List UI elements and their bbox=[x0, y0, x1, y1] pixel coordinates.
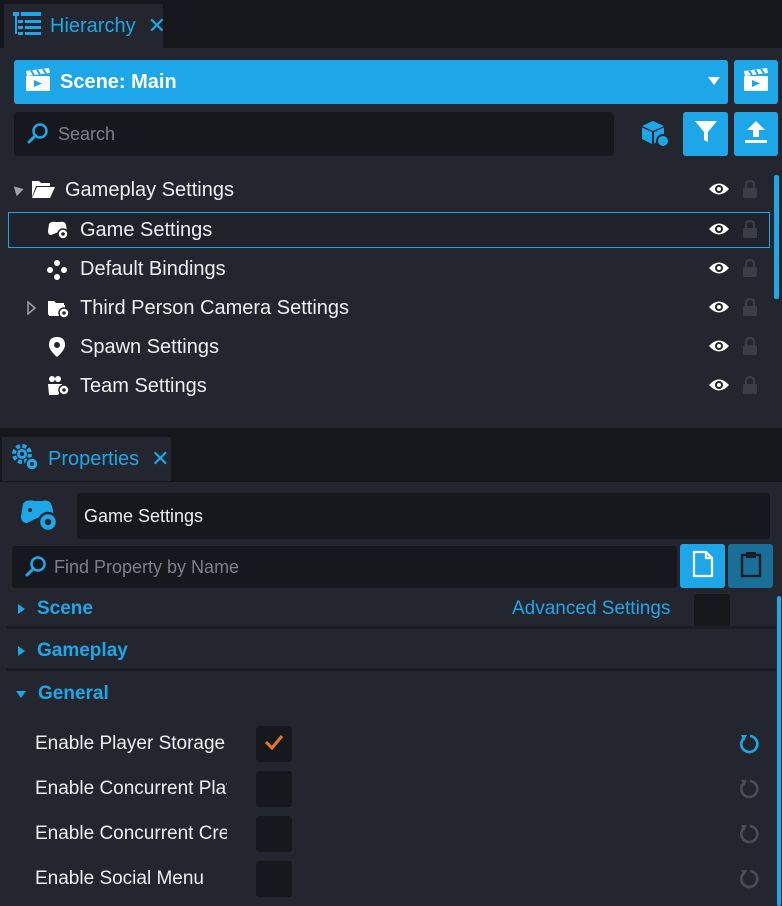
object-name-value: Game Settings bbox=[84, 505, 204, 526]
reset-icon[interactable] bbox=[739, 823, 761, 850]
search-icon bbox=[26, 122, 50, 146]
tree-item-label: Third Person Camera Settings bbox=[80, 296, 350, 319]
property-row-enable-player-storage: Enable Player Storage bbox=[35, 724, 765, 764]
upload-icon bbox=[743, 119, 769, 150]
eye-icon[interactable] bbox=[708, 221, 730, 242]
object-name-field[interactable]: Game Settings bbox=[77, 493, 770, 539]
search-icon bbox=[24, 555, 48, 579]
advanced-settings-label: Advanced Settings bbox=[512, 597, 671, 619]
hierarchy-list-icon bbox=[12, 10, 42, 43]
eye-icon[interactable] bbox=[708, 181, 730, 202]
search-placeholder: Search bbox=[58, 123, 116, 144]
lock-icon[interactable] bbox=[742, 219, 758, 244]
bindings-icon bbox=[46, 259, 68, 286]
find-property-input[interactable]: Find Property by Name bbox=[12, 546, 677, 588]
property-row-enable-social-menu: Enable Social Menu bbox=[35, 859, 765, 899]
paste-button[interactable] bbox=[728, 544, 773, 588]
reset-icon[interactable] bbox=[739, 778, 761, 805]
lock-icon[interactable] bbox=[742, 375, 758, 400]
advanced-settings-checkbox[interactable] bbox=[694, 594, 730, 626]
chevron-down-icon bbox=[708, 77, 720, 85]
scene-dropdown-label: Scene: Main bbox=[60, 70, 177, 93]
close-icon[interactable]: ✕ bbox=[151, 448, 169, 470]
property-label: Enable Concurrent Creator Storage bbox=[35, 823, 227, 844]
section-general[interactable]: General bbox=[6, 675, 776, 713]
hierarchy-scrollbar[interactable] bbox=[774, 175, 779, 299]
expand-triangle-icon[interactable] bbox=[27, 300, 37, 320]
tree-item-gameplay-settings[interactable]: Gameplay Settings bbox=[8, 172, 770, 208]
property-label: Enable Player Storage bbox=[35, 733, 226, 754]
reset-icon[interactable] bbox=[739, 868, 761, 895]
filter-icon bbox=[694, 119, 718, 150]
gear-icon bbox=[10, 442, 40, 477]
camera-settings-icon bbox=[46, 297, 70, 324]
tree-item-label: Default Bindings bbox=[80, 257, 226, 280]
upload-button[interactable] bbox=[734, 112, 778, 156]
chevron-down-icon bbox=[16, 690, 26, 698]
property-row-enable-concurrent-player: Enable Concurrent Player Storage bbox=[35, 769, 765, 809]
eye-icon[interactable] bbox=[708, 377, 730, 398]
hierarchy-search-input[interactable]: Search bbox=[14, 112, 614, 156]
folder-open-icon bbox=[30, 178, 56, 205]
hierarchy-tabbar: Hierarchy ✕ bbox=[0, 0, 782, 48]
chevron-right-icon bbox=[18, 603, 25, 614]
property-checkbox[interactable] bbox=[256, 726, 292, 762]
tree-item-team-settings[interactable]: Team Settings bbox=[8, 368, 770, 404]
eye-icon[interactable] bbox=[708, 299, 730, 320]
close-icon[interactable]: ✕ bbox=[148, 15, 166, 37]
gamepad-gear-icon bbox=[46, 219, 70, 246]
eye-icon[interactable] bbox=[708, 260, 730, 281]
lock-icon[interactable] bbox=[742, 258, 758, 283]
section-gameplay[interactable]: Gameplay bbox=[6, 633, 776, 671]
create-object-icon[interactable] bbox=[640, 118, 672, 150]
editor-window: Hierarchy ✕ Scene: Main Search Gameplay … bbox=[0, 0, 782, 906]
property-row-enable-concurrent-creator: Enable Concurrent Creator Storage bbox=[35, 814, 765, 854]
tab-properties-label: Properties bbox=[48, 447, 140, 470]
tree-item-game-settings[interactable]: Game Settings bbox=[8, 212, 770, 248]
reset-icon[interactable] bbox=[739, 733, 761, 760]
tab-hierarchy-label: Hierarchy bbox=[50, 14, 136, 37]
properties-tabbar: Properties ✕ bbox=[0, 428, 782, 482]
tab-properties[interactable]: Properties ✕ bbox=[2, 437, 171, 481]
properties-scrollbar[interactable] bbox=[777, 596, 781, 906]
clipboard-icon bbox=[740, 550, 762, 583]
property-checkbox[interactable] bbox=[256, 816, 292, 852]
expand-triangle-icon[interactable] bbox=[10, 182, 24, 197]
tree-item-third-person-camera-settings[interactable]: Third Person Camera Settings bbox=[8, 290, 770, 326]
lock-icon[interactable] bbox=[742, 179, 758, 204]
copy-button[interactable] bbox=[680, 544, 725, 588]
clapperboard-icon bbox=[24, 67, 52, 98]
property-checkbox[interactable] bbox=[256, 771, 292, 807]
find-property-placeholder: Find Property by Name bbox=[54, 556, 240, 577]
property-checkbox[interactable] bbox=[256, 861, 292, 897]
tree-item-label: Game Settings bbox=[80, 218, 213, 241]
scene-settings-button[interactable] bbox=[734, 60, 778, 104]
checkmark-icon bbox=[264, 734, 284, 755]
section-scene-label: Scene bbox=[37, 597, 93, 619]
section-general-label: General bbox=[38, 683, 109, 704]
tree-item-default-bindings[interactable]: Default Bindings bbox=[8, 251, 770, 287]
team-gear-icon bbox=[46, 375, 70, 402]
lock-icon[interactable] bbox=[742, 336, 758, 361]
tree-item-spawn-settings[interactable]: Spawn Settings bbox=[8, 329, 770, 365]
property-label: Enable Concurrent Player Storage bbox=[35, 778, 227, 799]
chevron-right-icon bbox=[18, 645, 25, 656]
tree-item-label: Gameplay Settings bbox=[65, 178, 234, 201]
scene-dropdown[interactable]: Scene: Main bbox=[14, 60, 728, 104]
tree-item-label: Spawn Settings bbox=[80, 335, 219, 358]
tree-item-label: Team Settings bbox=[80, 374, 207, 397]
section-scene[interactable]: Scene Advanced Settings bbox=[6, 591, 776, 629]
property-label: Enable Social Menu bbox=[35, 868, 204, 889]
section-gameplay-label: Gameplay bbox=[37, 639, 128, 661]
eye-icon[interactable] bbox=[708, 338, 730, 359]
document-icon bbox=[692, 550, 714, 583]
map-pin-icon bbox=[48, 336, 66, 363]
lock-icon[interactable] bbox=[742, 297, 758, 322]
clapperboard-icon bbox=[742, 67, 770, 98]
tab-hierarchy[interactable]: Hierarchy ✕ bbox=[4, 4, 166, 48]
filter-button[interactable] bbox=[683, 112, 728, 156]
gamepad-gear-icon bbox=[18, 496, 60, 539]
